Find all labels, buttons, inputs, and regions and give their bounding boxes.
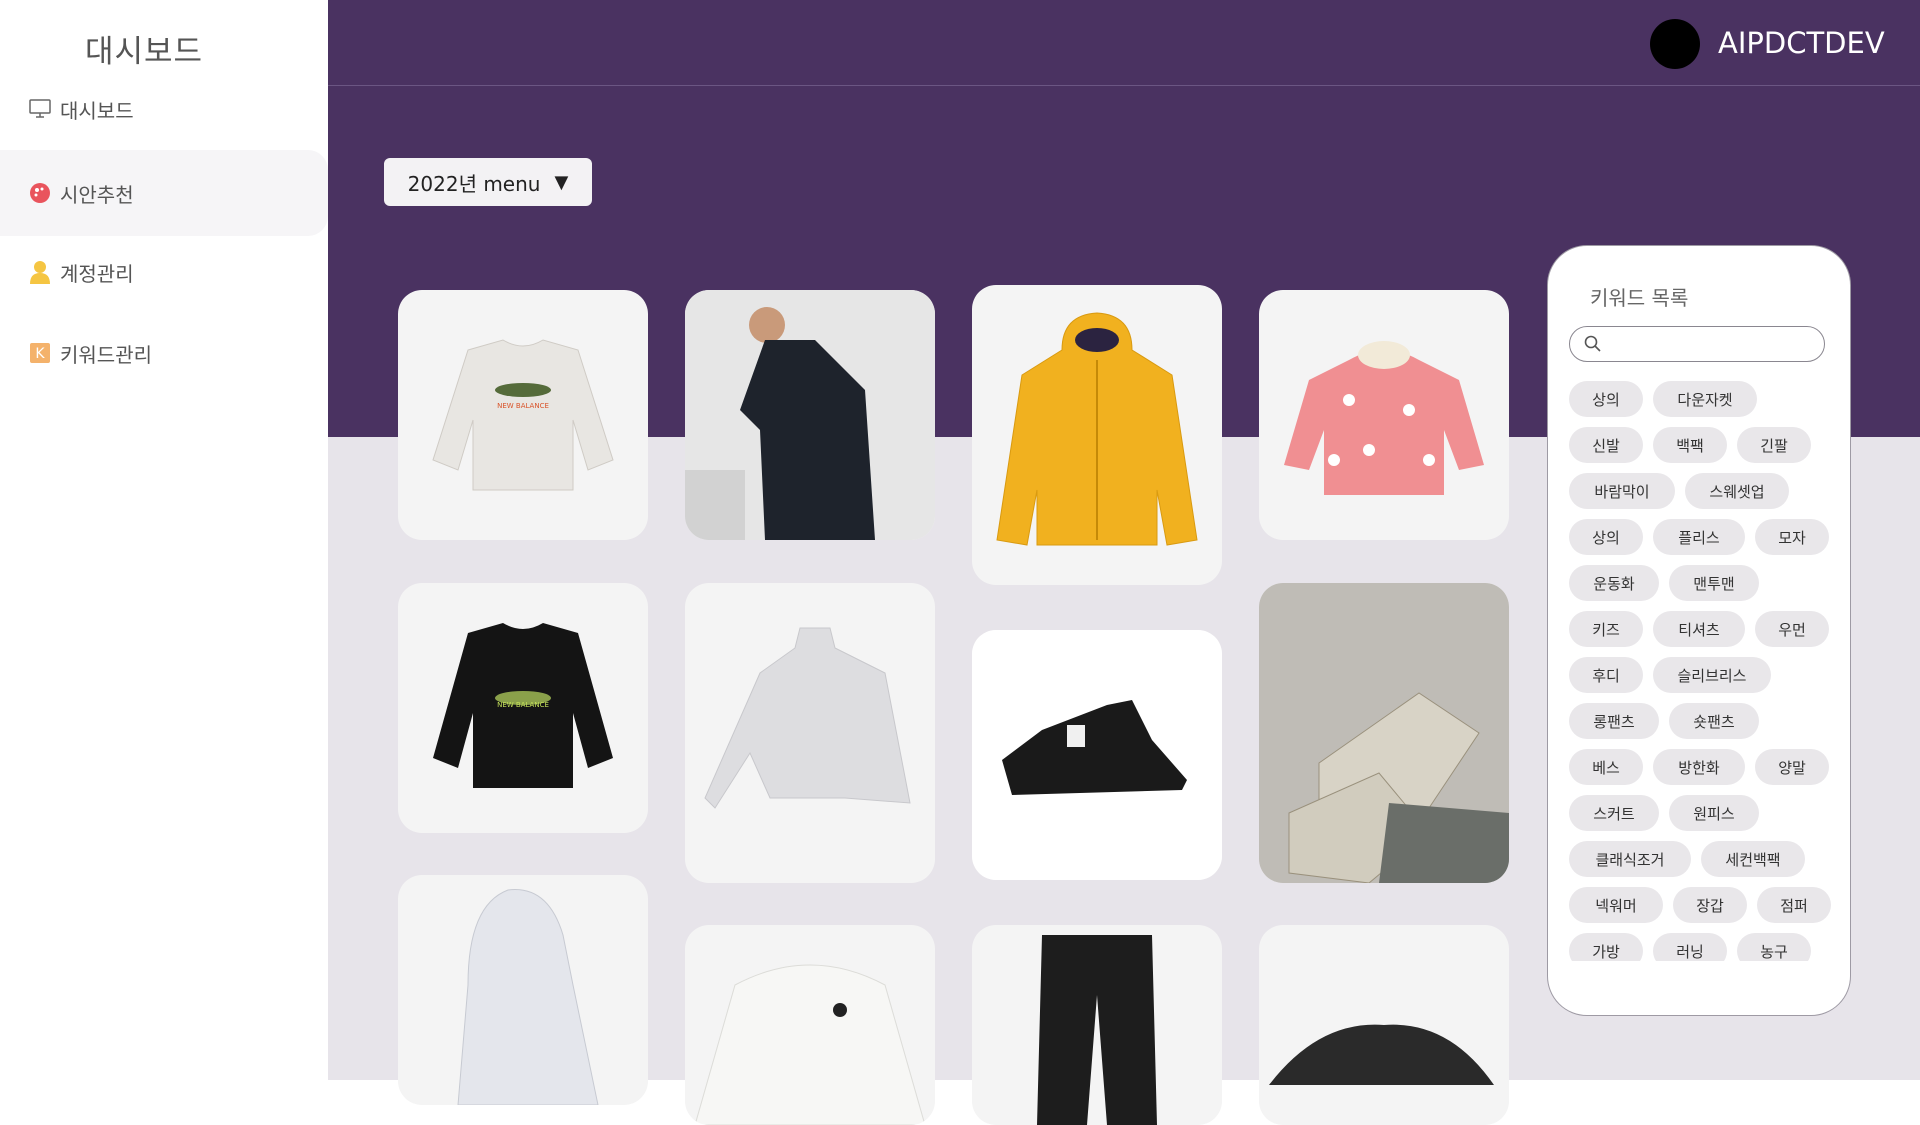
pink-pattern-padding-image <box>1284 341 1484 495</box>
product-card[interactable] <box>1259 925 1509 1125</box>
keyword-chip[interactable]: 롱팬츠 <box>1569 703 1659 739</box>
sidebar-item-account[interactable]: 계정관리 <box>0 255 328 289</box>
keyword-chip[interactable]: 스커트 <box>1569 795 1659 831</box>
beige-running-shoes-image <box>1259 583 1509 883</box>
menu-select-label: 2022년 menu <box>407 171 541 196</box>
keyword-chip[interactable]: 티셔츠 <box>1653 611 1745 647</box>
keyword-chip[interactable]: 원피스 <box>1669 795 1759 831</box>
sidebar-item-dashboard[interactable]: 대시보드 <box>0 92 328 126</box>
keyword-chip[interactable]: 운동화 <box>1569 565 1659 601</box>
keyword-chip[interactable]: 백팩 <box>1653 427 1727 463</box>
keyword-chip[interactable]: 러닝 <box>1653 933 1727 961</box>
user-icon <box>28 260 52 284</box>
sidebar-item-label: 키워드관리 <box>60 342 152 367</box>
keyword-chip[interactable]: 긴팔 <box>1737 427 1811 463</box>
keyword-search[interactable] <box>1569 326 1825 362</box>
gray-highneck-sweatshirt-image <box>704 627 911 809</box>
keyword-chip[interactable]: 베스 <box>1569 749 1643 785</box>
top-bar: AIPDCTDEV <box>328 0 1920 86</box>
product-card[interactable]: NEW BALANCE <box>398 290 648 540</box>
product-card[interactable] <box>1259 290 1509 540</box>
black-cargo-pants-image <box>1037 935 1157 1125</box>
keyword-chip[interactable]: 점퍼 <box>1757 887 1831 923</box>
keyword-chip[interactable]: 스웨셋업 <box>1685 473 1789 509</box>
keyword-chip[interactable]: 다운자켓 <box>1653 381 1757 417</box>
keyword-chip[interactable]: 장갑 <box>1673 887 1747 923</box>
keyword-chip[interactable]: 세컨백팩 <box>1701 841 1805 877</box>
sidebar: 대시보드 대시보드 시안추천 계정관리 K 키워드관리 <box>0 0 328 1080</box>
main-area: AIPDCTDEV 2022년 menu ▼ NEW BALANCE NEW B… <box>328 0 1920 1125</box>
keyword-chip[interactable]: 양말 <box>1755 749 1829 785</box>
product-card[interactable] <box>972 285 1222 585</box>
keyword-chip[interactable]: 상의 <box>1569 519 1643 555</box>
product-card[interactable] <box>685 583 935 883</box>
monitor-icon <box>28 97 52 121</box>
keyword-chip[interactable]: 플리스 <box>1653 519 1745 555</box>
menu-year-select[interactable]: 2022년 menu ▼ <box>384 158 592 206</box>
sidebar-item-label: 시안추천 <box>60 182 134 207</box>
keyword-chip[interactable]: 우먼 <box>1755 611 1829 647</box>
keyword-chip[interactable]: 숏팬츠 <box>1669 703 1759 739</box>
product-card[interactable] <box>685 290 935 540</box>
product-card[interactable] <box>1259 583 1509 883</box>
keyword-chip[interactable]: 상의 <box>1569 381 1643 417</box>
keyword-chip-list: 상의 다운자켓 신발 백팩 긴팔 바람막이 스웨셋업 상의 플리스 모자 운동화… <box>1569 381 1839 961</box>
avatar[interactable] <box>1650 19 1700 69</box>
palette-icon <box>28 181 52 205</box>
sidebar-item-label: 대시보드 <box>60 98 134 123</box>
yellow-jacket-image <box>996 312 1198 546</box>
svg-text:NEW BALANCE: NEW BALANCE <box>497 402 549 410</box>
keyword-chip[interactable]: 농구 <box>1737 933 1811 961</box>
svg-text:NEW BALANCE: NEW BALANCE <box>497 701 549 709</box>
keyword-chip[interactable]: 맨투맨 <box>1669 565 1759 601</box>
product-card[interactable]: NEW BALANCE <box>398 583 648 833</box>
product-card[interactable] <box>685 925 935 1125</box>
sidebar-item-design-recommend[interactable]: 시안추천 <box>0 150 328 236</box>
keyword-chip[interactable]: 클래식조거 <box>1569 841 1691 877</box>
keyword-chip[interactable]: 넥워머 <box>1569 887 1663 923</box>
sidebar-brand: 대시보드 <box>84 34 204 70</box>
keyword-chip[interactable]: 방한화 <box>1653 749 1745 785</box>
caret-down-icon: ▼ <box>554 171 569 193</box>
model-navy-jacket-image <box>685 290 935 540</box>
black-slide-image <box>1269 1024 1494 1085</box>
keyword-k-icon: K <box>28 341 52 365</box>
search-icon <box>1584 335 1601 352</box>
keyword-search-input[interactable] <box>1610 331 1814 359</box>
white-sweatshirt-image <box>694 964 926 1125</box>
username: AIPDCTDEV <box>1718 26 1885 60</box>
keyword-chip[interactable]: 후디 <box>1569 657 1643 693</box>
sidebar-item-keyword[interactable]: K 키워드관리 <box>0 336 328 370</box>
keyword-chip[interactable]: 모자 <box>1755 519 1829 555</box>
keyword-panel: 키워드 목록 상의 다운자켓 신발 백팩 긴팔 바람막이 스웨셋업 상의 플리스… <box>1547 245 1851 1016</box>
sidebar-item-label: 계정관리 <box>60 261 134 286</box>
white-hood-jacket-image <box>457 889 599 1105</box>
keyword-chip[interactable]: 키즈 <box>1569 611 1643 647</box>
product-card[interactable] <box>398 875 648 1105</box>
keyword-chip[interactable]: 슬리브리스 <box>1653 657 1771 693</box>
keyword-panel-title: 키워드 목록 <box>1590 286 1689 310</box>
sweatshirt-white-image: NEW BALANCE <box>432 339 614 491</box>
svg-text:K: K <box>35 346 45 362</box>
keyword-chip[interactable]: 신발 <box>1569 427 1643 463</box>
sweatshirt-black-image: NEW BALANCE <box>433 623 613 788</box>
keyword-chip[interactable]: 가방 <box>1569 933 1643 961</box>
product-card[interactable] <box>972 925 1222 1125</box>
product-card[interactable] <box>972 630 1222 880</box>
black-padded-boot-image <box>972 630 1222 880</box>
keyword-chip[interactable]: 바람막이 <box>1569 473 1675 509</box>
